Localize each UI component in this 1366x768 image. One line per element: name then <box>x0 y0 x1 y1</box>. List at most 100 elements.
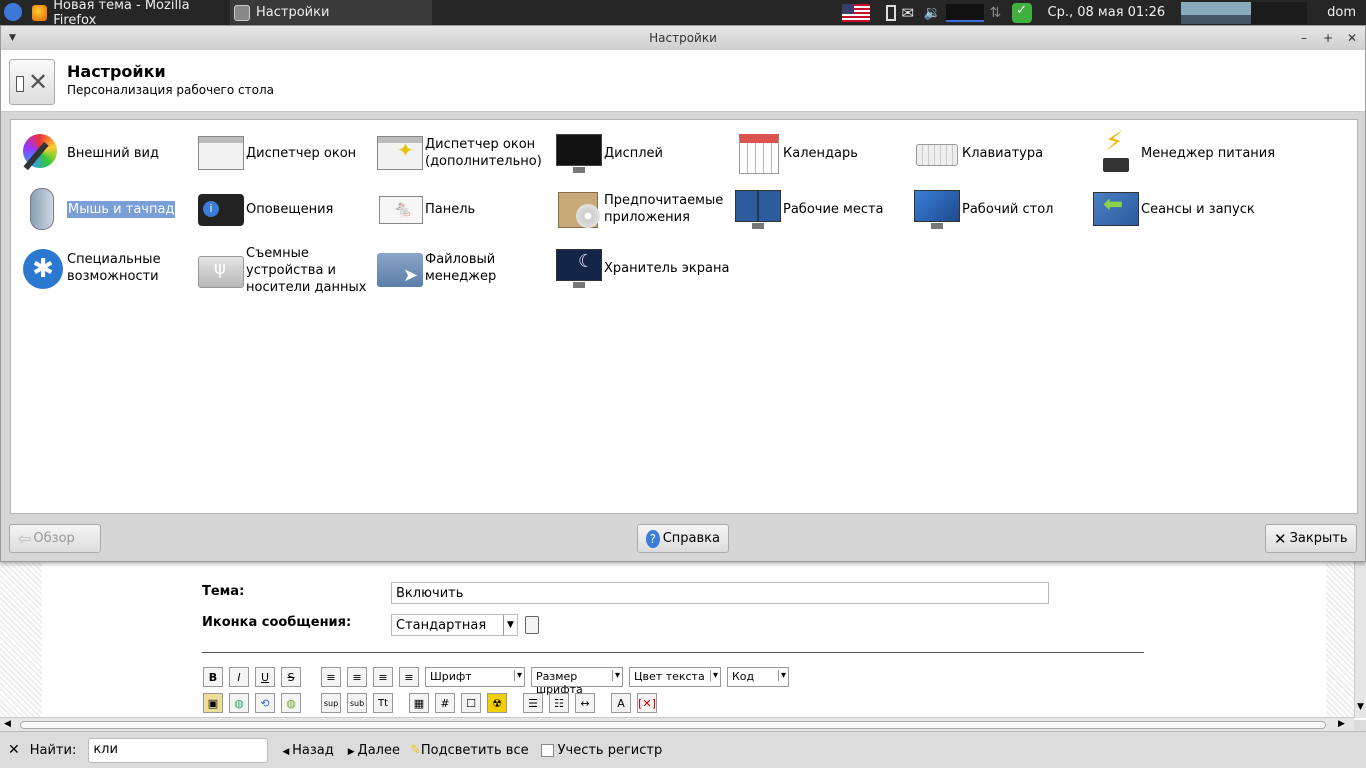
user-name[interactable]: dom <box>1327 5 1356 20</box>
quote-button[interactable]: ☐ <box>461 693 481 713</box>
item-panel[interactable]: 🐁 Панель <box>377 186 475 232</box>
removable-drives-icon: ψ <box>198 248 244 294</box>
find-input[interactable]: кли <box>88 737 269 763</box>
item-label: Внешний вид <box>67 145 159 161</box>
dropdown-arrow-icon[interactable]: ▼ <box>503 615 517 635</box>
item-screensaver[interactable]: ☾ Хранитель экрана <box>556 245 729 291</box>
minimize-icon[interactable]: – <box>1301 26 1307 50</box>
numbered-list-button[interactable]: ☷ <box>549 693 569 713</box>
item-label: Рабочие места <box>783 201 884 217</box>
item-removable-drives[interactable]: ψ Съемные устройства и носители данных <box>198 245 368 296</box>
align-justify-button[interactable]: ≡ <box>347 667 367 687</box>
notifications-icon: i <box>198 186 244 232</box>
close-icon[interactable]: ✕ <box>1347 26 1357 50</box>
align-right-button[interactable]: ≡ <box>399 667 419 687</box>
settings-icon <box>234 4 250 21</box>
match-case-checkbox[interactable]: Учесть регистр <box>540 743 662 758</box>
close-findbar-icon[interactable]: ✕ <box>8 742 20 758</box>
message-icon-select[interactable]: Стандартная ▼ <box>391 614 518 636</box>
editor-toolbar-row-1: B I U S ≡ ≡ ≡ ≡ Шрифт Размер шрифта Цвет… <box>203 667 789 696</box>
link-button[interactable]: ◍ <box>229 693 249 713</box>
horizontal-rule-button[interactable]: ↔ <box>575 693 595 713</box>
item-window-manager-tweaks[interactable]: ✦ Диспетчер окон (дополнительно) <box>377 130 547 176</box>
subscript-button[interactable]: sub <box>347 693 367 713</box>
help-button-label: Справка <box>662 531 720 546</box>
item-calendar[interactable]: Календарь <box>735 130 858 176</box>
item-display[interactable]: Дисплей <box>556 130 663 176</box>
font-select[interactable]: Шрифт <box>425 667 525 687</box>
align-left-button[interactable]: ≡ <box>321 667 341 687</box>
item-label: Предпочитаемые приложения <box>604 193 724 225</box>
workspace-preview-2[interactable] <box>1251 1 1308 24</box>
item-preferred-apps[interactable]: Предпочитаемые приложения <box>556 186 731 232</box>
italic-button[interactable]: I <box>229 667 249 687</box>
font-case-button[interactable]: A <box>611 693 631 713</box>
keyboard-layout-flag-icon[interactable] <box>841 3 870 22</box>
table-button[interactable]: ▦ <box>409 693 429 713</box>
vertical-scrollbar[interactable]: ▼ <box>1354 560 1366 718</box>
update-ok-icon[interactable]: ✓ <box>1011 2 1032 23</box>
cpu-graph-icon[interactable] <box>945 3 984 22</box>
subject-input[interactable]: Включить <box>391 582 1049 604</box>
close-button[interactable]: ✕ Закрыть <box>1265 524 1357 553</box>
subject-label: Тема: <box>202 584 245 599</box>
insert-link-button[interactable]: ⟲ <box>255 693 275 713</box>
find-prev-button[interactable]: ◀ Назад <box>282 743 333 758</box>
network-icon[interactable]: ⇅ <box>990 5 1006 21</box>
unlink-button[interactable]: ◍ <box>281 693 301 713</box>
icon-preview-icon[interactable] <box>525 616 539 634</box>
find-next-button[interactable]: ▶ Далее <box>348 743 400 758</box>
item-sessions[interactable]: ⬅ Сеансы и запуск <box>1093 186 1255 232</box>
item-workspaces[interactable]: Рабочие места <box>735 186 884 232</box>
help-button[interactable]: ? Справка <box>637 524 729 553</box>
taskbar-item-firefox[interactable]: Новая тема - Mozilla Firefox <box>28 0 228 28</box>
scroll-left-icon[interactable]: ◀ <box>4 719 11 729</box>
scroll-down-icon[interactable]: ▼ <box>1357 702 1364 712</box>
bullet-list-button[interactable]: ☰ <box>523 693 543 713</box>
code-select[interactable]: Код <box>727 667 789 687</box>
item-keyboard[interactable]: Клавиатура <box>914 130 1043 176</box>
horizontal-scroll-thumb[interactable] <box>20 721 1326 729</box>
align-center-button[interactable]: ≡ <box>373 667 393 687</box>
hash-button[interactable]: # <box>435 693 455 713</box>
item-notifications[interactable]: i Оповещения <box>198 186 333 232</box>
preferred-apps-icon <box>556 186 602 232</box>
bold-button[interactable]: B <box>203 667 223 687</box>
top-panel: Новая тема - Mozilla Firefox Настройки ✉… <box>0 0 1366 28</box>
battery-icon[interactable] <box>885 4 896 21</box>
image-button[interactable]: ▣ <box>203 693 223 713</box>
superscript-button[interactable]: sup <box>321 693 341 713</box>
clock[interactable]: Ср., 08 мая 01:26 <box>1048 5 1166 20</box>
font-size-select[interactable]: Размер шрифта <box>531 667 623 696</box>
window-menu-icon[interactable]: ▼ <box>9 26 16 50</box>
scroll-right-icon[interactable]: ▶ <box>1338 719 1345 729</box>
remove-format-button[interactable]: [✕] <box>637 693 657 713</box>
item-accessibility[interactable]: ✱ Специальные возможности <box>19 245 189 291</box>
item-file-manager[interactable]: ➤ Файловый менеджер <box>377 245 547 291</box>
item-window-manager[interactable]: Диспетчер окон <box>198 130 356 176</box>
screensaver-icon: ☾ <box>556 245 602 291</box>
help-icon: ? <box>646 529 660 548</box>
volume-icon[interactable]: 🔉 <box>924 5 941 21</box>
appearance-icon <box>19 130 65 176</box>
item-appearance[interactable]: Внешний вид <box>19 130 159 176</box>
mail-icon[interactable]: ✉ <box>902 5 918 21</box>
highlight-all-button[interactable]: ✎Подсветить все <box>410 743 529 758</box>
typewriter-button[interactable]: Tt <box>373 693 393 713</box>
text-color-select[interactable]: Цвет текста <box>629 667 721 687</box>
radioactive-button[interactable]: ☢ <box>487 693 507 713</box>
workspace-preview[interactable] <box>1181 1 1252 24</box>
app-menu-icon[interactable] <box>4 3 22 21</box>
strikethrough-button[interactable]: S <box>281 667 301 687</box>
maximize-icon[interactable]: + <box>1323 26 1333 50</box>
back-button[interactable]: ⇦ Обзор <box>9 524 101 553</box>
horizontal-scrollbar[interactable]: ◀ ▶ <box>0 717 1354 731</box>
item-mouse-touchpad[interactable]: Мышь и тачпад <box>19 186 176 232</box>
taskbar-item-settings[interactable]: Настройки <box>230 0 432 25</box>
underline-button[interactable]: U <box>255 667 275 687</box>
item-desktop[interactable]: Рабочий стол <box>914 186 1053 232</box>
item-power-manager[interactable]: ⚡ Менеджер питания <box>1093 129 1275 176</box>
item-label: Календарь <box>783 145 858 161</box>
window-titlebar[interactable]: ▼ Настройки – + ✕ <box>1 26 1365 50</box>
calendar-icon <box>735 130 781 176</box>
